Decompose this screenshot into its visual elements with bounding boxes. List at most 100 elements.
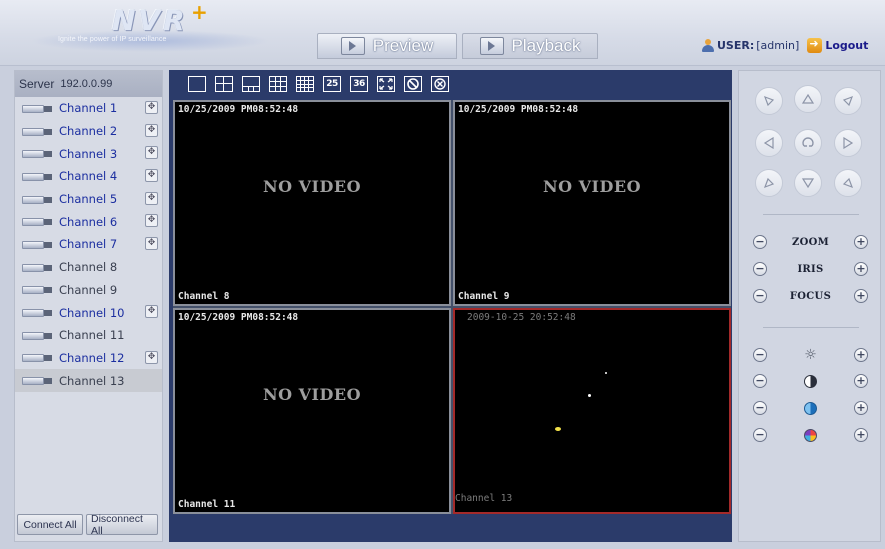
channel-item[interactable]: Channel 11 [15, 324, 162, 347]
tab-preview[interactable]: Preview [317, 33, 457, 59]
contrast-increase-button[interactable]: + [854, 374, 868, 388]
camera-icon [22, 375, 54, 386]
layout-16-button[interactable] [296, 76, 314, 92]
channel-item[interactable]: Channel 7 ✥ [15, 233, 162, 256]
server-row[interactable]: Server 192.0.0.99 [15, 71, 162, 97]
channel-item[interactable]: Channel 2 ✥ [15, 120, 162, 143]
channel-item[interactable]: Channel 1 ✥ [15, 97, 162, 120]
video-cell[interactable]: 10/25/2009 PM08:52:48 NO VIDEO Channel 9 [453, 100, 731, 306]
zoom-out-button[interactable]: − [753, 235, 767, 249]
down-arrow-icon [802, 178, 814, 189]
saturation-decrease-button[interactable]: − [753, 401, 767, 415]
brightness-control: − ☼ + [753, 347, 868, 363]
contrast-icon [804, 374, 817, 388]
disconnect-all-button[interactable]: Disconnect All [86, 513, 158, 537]
osd-timestamp: 10/25/2009 PM08:52:48 [178, 104, 299, 115]
channel-item[interactable]: Channel 13 [15, 369, 162, 392]
ptz-move-icon[interactable]: ✥ [145, 350, 158, 364]
ptz-move-icon[interactable]: ✥ [145, 146, 158, 160]
fullscreen-button[interactable] [377, 76, 395, 92]
channel-item[interactable]: Channel 12 ✥ [15, 347, 162, 370]
camera-lens [44, 105, 52, 112]
zoom-label: ZOOM [792, 236, 829, 248]
ptz-left-button[interactable] [755, 129, 783, 157]
ptz-move-icon[interactable]: ✥ [145, 101, 158, 114]
ptz-down-right-button[interactable] [834, 169, 862, 197]
contrast-decrease-button[interactable]: − [753, 374, 767, 388]
ptz-panel: − ZOOM + − IRIS + − FOCUS + − ☼ + − + − … [738, 70, 881, 542]
osd-timestamp: 10/25/2009 PM08:52:48 [458, 104, 579, 115]
brightness-decrease-button[interactable]: − [753, 348, 767, 362]
logout-icon[interactable] [807, 37, 823, 53]
tab-playback[interactable]: Playback [462, 33, 598, 59]
camera-icon [22, 262, 54, 273]
channel-item[interactable]: Channel 8 [15, 256, 162, 279]
layout-9-icon [275, 77, 276, 91]
channel-label: Channel 4 [59, 169, 118, 184]
camera-body [22, 331, 44, 340]
iris-close-button[interactable]: − [753, 262, 767, 276]
zoom-in-button[interactable]: + [854, 235, 868, 249]
ptz-up-button[interactable] [794, 85, 822, 113]
ptz-auto-pan-button[interactable] [794, 129, 822, 157]
channel-item[interactable]: Channel 4 ✥ [15, 165, 162, 188]
hue-icon [804, 428, 817, 442]
iris-open-button[interactable]: + [854, 262, 868, 276]
layout-6-icon [243, 86, 259, 87]
grid-line [253, 86, 254, 91]
ptz-move-icon[interactable]: ✥ [145, 214, 158, 228]
layout-6-button[interactable] [242, 76, 260, 92]
channel-item[interactable]: Channel 10 ✥ [15, 301, 162, 324]
layout-25-button[interactable]: 25 [323, 76, 341, 92]
saturation-track [773, 401, 848, 415]
right-arrow-icon [843, 137, 854, 149]
focus-far-button[interactable]: + [854, 289, 868, 303]
ptz-move-icon[interactable]: ✥ [145, 191, 158, 205]
camera-body [22, 240, 44, 249]
video-cell[interactable]: 10/25/2009 PM08:52:48 NO VIDEO Channel 1… [173, 308, 451, 514]
channel-label: Channel 12 [59, 350, 125, 365]
video-cell-active[interactable]: 2009-10-25 20:52:48 Channel 13 [453, 308, 731, 514]
channel-item[interactable]: Channel 5 ✥ [15, 188, 162, 211]
hue-increase-button[interactable]: + [854, 428, 868, 442]
layout-36-button[interactable]: 36 [350, 76, 368, 92]
connect-all-button[interactable]: Connect All [17, 514, 83, 535]
camera-icon [22, 171, 54, 182]
contrast-control: − + [753, 373, 868, 389]
layout-4-button[interactable] [215, 76, 233, 92]
hue-decrease-button[interactable]: − [753, 428, 767, 442]
ptz-up-right-button[interactable] [834, 87, 862, 115]
osd-channel-name: Channel 11 [178, 499, 236, 510]
focus-near-button[interactable]: − [753, 289, 767, 303]
ptz-move-icon[interactable]: ✥ [145, 237, 158, 251]
camera-icon [22, 194, 54, 205]
camera-body [22, 195, 44, 204]
camera-lens [44, 264, 52, 271]
ptz-move-icon[interactable]: ✥ [145, 123, 158, 137]
layout-1-button[interactable] [188, 76, 206, 92]
logout-link[interactable]: Logout [825, 39, 868, 52]
saturation-increase-button[interactable]: + [854, 401, 868, 415]
camera-body [22, 263, 44, 272]
video-grid: 10/25/2009 PM08:52:48 NO VIDEO Channel 8… [173, 100, 731, 514]
channel-item[interactable]: Channel 3 ✥ [15, 142, 162, 165]
user-area: USER: [admin] Logout [701, 37, 868, 53]
grid-line [270, 81, 286, 82]
channel-label: Channel 7 [59, 237, 118, 252]
camera-body [22, 218, 44, 227]
stop-all-button[interactable] [404, 76, 422, 92]
ptz-right-button[interactable] [834, 129, 862, 157]
brightness-increase-button[interactable]: + [854, 348, 868, 362]
ptz-move-icon[interactable]: ✥ [145, 305, 158, 319]
channel-item[interactable]: Channel 6 ✥ [15, 210, 162, 233]
ptz-down-left-button[interactable] [755, 169, 783, 197]
layout-9-button[interactable] [269, 76, 287, 92]
channel-label: Channel 8 [59, 260, 118, 275]
video-cell[interactable]: 10/25/2009 PM08:52:48 NO VIDEO Channel 8 [173, 100, 451, 306]
ptz-down-button[interactable] [794, 169, 822, 197]
close-all-button[interactable] [431, 76, 449, 92]
ptz-up-left-button[interactable] [755, 87, 783, 115]
channel-item[interactable]: Channel 9 [15, 279, 162, 302]
ptz-move-icon[interactable]: ✥ [145, 169, 158, 183]
camera-icon [22, 239, 54, 250]
